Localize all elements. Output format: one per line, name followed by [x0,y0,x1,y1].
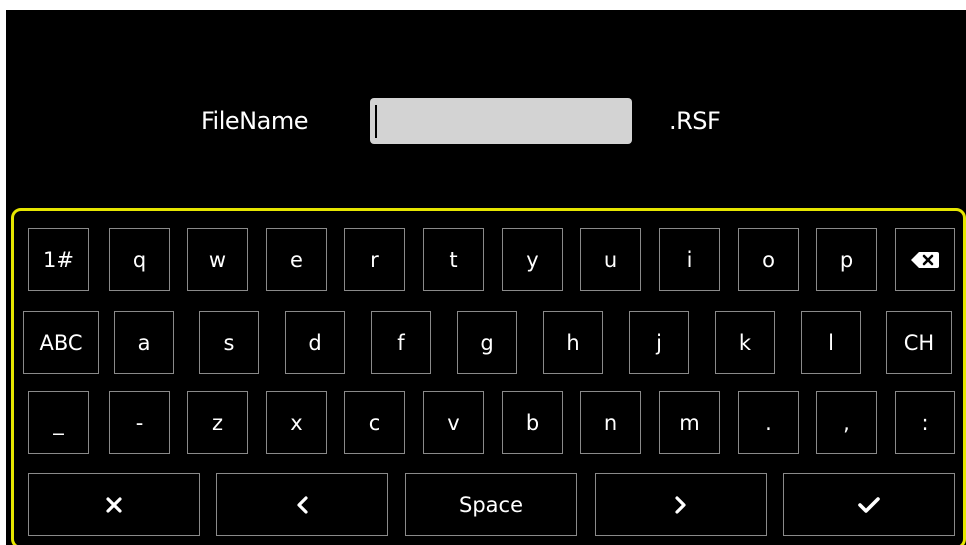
backspace-icon [911,251,939,268]
key-s[interactable]: s [199,311,259,374]
text-caret [375,105,377,138]
key-j[interactable]: j [629,311,689,374]
key-k[interactable]: k [715,311,775,374]
file-name-dialog: FileName .RSF 1# q w e r t y u i o p ABC… [6,10,966,545]
key-a[interactable]: a [114,311,174,374]
filename-input[interactable] [370,98,632,144]
checkmark-icon [858,496,880,513]
key-case-toggle[interactable]: ABC [23,311,99,374]
key-e[interactable]: e [266,228,327,291]
space-key[interactable]: Space [405,473,577,536]
key-n[interactable]: n [580,391,641,454]
key-o[interactable]: o [738,228,799,291]
key-m[interactable]: m [659,391,720,454]
key-t[interactable]: t [423,228,484,291]
close-icon [106,496,122,513]
cursor-left-button[interactable] [216,473,388,536]
key-period[interactable]: . [738,391,799,454]
key-hyphen[interactable]: - [109,391,170,454]
key-y[interactable]: y [502,228,563,291]
on-screen-keyboard: 1# q w e r t y u i o p ABC a s d f g h j… [11,208,966,545]
key-g[interactable]: g [457,311,517,374]
key-l[interactable]: l [801,311,861,374]
key-i[interactable]: i [659,228,720,291]
key-w[interactable]: w [187,228,248,291]
key-q[interactable]: q [109,228,170,291]
key-u[interactable]: u [580,228,641,291]
file-extension-label: .RSF [669,107,721,135]
key-comma[interactable]: , [816,391,877,454]
key-v[interactable]: v [423,391,484,454]
cancel-button[interactable] [28,473,200,536]
filename-row: FileName .RSF [6,10,966,210]
key-symbols-toggle[interactable]: 1# [28,228,89,291]
key-x[interactable]: x [266,391,327,454]
key-p[interactable]: p [816,228,877,291]
key-h[interactable]: h [543,311,603,374]
filename-label: FileName [201,107,308,135]
chevron-right-icon [675,495,686,514]
key-chinese-toggle[interactable]: CH [886,311,952,374]
key-d[interactable]: d [285,311,345,374]
backspace-key[interactable] [895,228,955,291]
confirm-button[interactable] [783,473,955,536]
key-colon[interactable]: : [895,391,955,454]
key-c[interactable]: c [344,391,405,454]
key-r[interactable]: r [344,228,405,291]
key-f[interactable]: f [371,311,431,374]
key-b[interactable]: b [502,391,563,454]
cursor-right-button[interactable] [595,473,767,536]
chevron-left-icon [297,495,308,514]
key-underscore[interactable]: _ [28,391,89,454]
key-z[interactable]: z [187,391,248,454]
